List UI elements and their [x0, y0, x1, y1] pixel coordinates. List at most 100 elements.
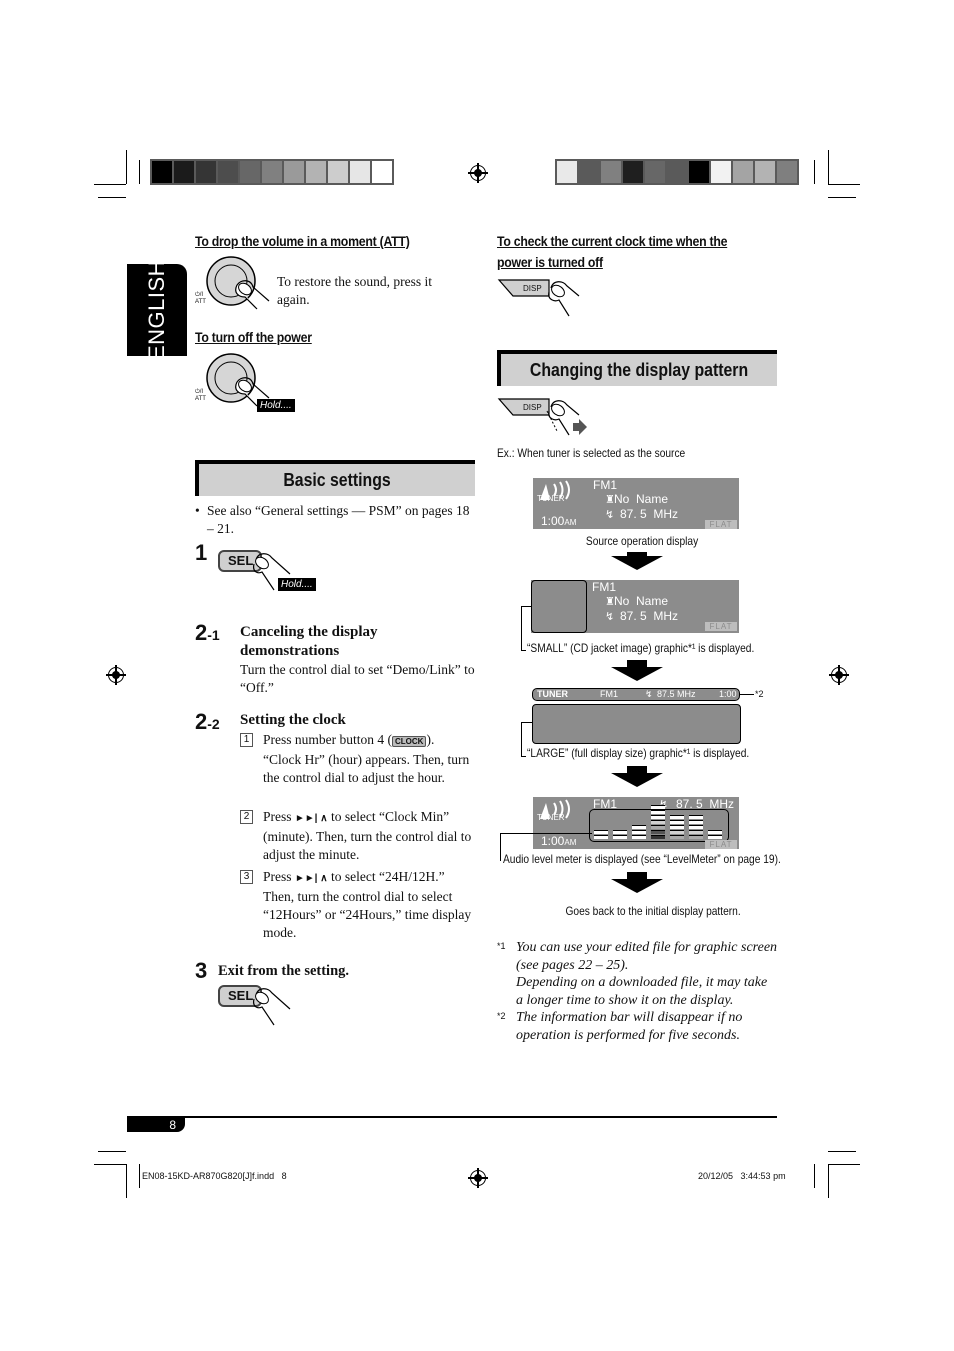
crop-mark [98, 1151, 126, 1152]
color-swatch [284, 161, 304, 183]
step-2-1-text: Turn the control dial to set “Demo/Link”… [240, 662, 475, 695]
example-caption: Ex.: When tuner is selected as the sourc… [497, 446, 686, 460]
next-up-key-icon: ►►| ∧ [294, 813, 328, 824]
file-name: EN08-15KD-AR870G820[J]f.indd 8 [142, 1171, 287, 1181]
substep-number: 3 [240, 870, 253, 884]
color-swatch [667, 161, 687, 183]
color-swatch [711, 161, 731, 183]
footnote-mark: *2 [497, 1011, 506, 1021]
crop-mark [126, 1164, 127, 1198]
crop-mark [814, 160, 815, 184]
page-number-tab: 8 [127, 1118, 185, 1132]
color-swatch [350, 161, 370, 183]
registration-mark-icon [468, 163, 488, 183]
color-swatch [262, 161, 282, 183]
clock-substep-1: 1 Press number button 4 (CLOCK). “Clock … [240, 731, 472, 787]
step-2-2-number: 2-2 [195, 709, 220, 734]
clock-check-heading-line1: To check the current clock time when the [497, 233, 728, 249]
frequency: 87. 5 MHz [620, 609, 679, 623]
color-swatch [777, 161, 797, 183]
level-meter-bar [632, 824, 646, 839]
bullet-icon: • [195, 503, 200, 518]
band-label: FM1 [593, 478, 617, 492]
step-2-1-title: Canceling the display demonstrations [240, 624, 378, 659]
print-timestamp: 20/12/05 3:44:53 pm [698, 1171, 786, 1181]
power-button-label: ⏻/I ATT [195, 389, 206, 402]
lcd-level-meter: TUNER FM1 ↯ 87. 5 MHz 1:00AM FLAT [533, 797, 739, 849]
color-swatch [196, 161, 216, 183]
level-meter-bar [708, 829, 722, 839]
source-label: TUNER [537, 813, 565, 822]
registration-mark-icon [829, 665, 849, 685]
large-graphic-area [532, 704, 741, 744]
down-arrow-icon [611, 556, 663, 570]
crop-mark [126, 150, 127, 184]
down-arrow-icon [611, 667, 663, 681]
callout-line [521, 650, 526, 651]
footnote-2: *2 The information bar will disappear if… [497, 1010, 743, 1043]
source-label: TUNER [537, 494, 565, 503]
color-swatch [218, 161, 238, 183]
crop-mark [98, 197, 126, 198]
crop-mark [94, 1164, 126, 1165]
crop-mark [828, 1164, 829, 1198]
step-1-number: 1 [195, 540, 208, 565]
small-graphic-caption: “SMALL” (CD jacket image) graphic*¹ is d… [527, 641, 755, 655]
color-swatch [689, 161, 709, 183]
signal-icon: ↯ [645, 689, 653, 699]
level-meter-bar [689, 814, 703, 839]
color-swatch [733, 161, 753, 183]
step-3-title: Exit from the setting. [218, 963, 350, 979]
footer-rule [127, 1116, 777, 1118]
substep-number: 2 [240, 810, 253, 824]
color-swatch [645, 161, 665, 183]
footnote-1: *1 You can use your edited file for grap… [497, 940, 778, 1008]
station-name: No Name [614, 594, 669, 608]
clock-substep-3: 3 Press ►►| ∧ to select “24H/12H.” Then,… [240, 868, 472, 942]
level-meter-caption: Audio level meter is displayed (see “Lev… [503, 852, 781, 866]
hold-label: Hold.... [278, 578, 316, 591]
signal-icon: ↯ [605, 611, 615, 623]
station-name: No Name [614, 492, 669, 506]
disp-button-illustration: DISP [497, 278, 587, 318]
hold-label: Hold.... [257, 399, 295, 412]
color-swatch [601, 161, 621, 183]
step-2-2-title: Setting the clock [240, 712, 346, 728]
language-label: ENGLISH [144, 259, 169, 361]
att-heading: To drop the volume in a moment (ATT) [195, 233, 410, 249]
source-display-caption: Source operation display [585, 534, 699, 548]
registration-mark-icon [468, 1168, 488, 1188]
substep-number: 1 [240, 733, 253, 747]
info-bar-footnote-ref: *2 [755, 689, 764, 699]
color-swatch [623, 161, 643, 183]
eq-badge: FLAT [705, 840, 737, 849]
lcd-small-graphic: FM1 ♜ No Name ↯ 87. 5 MHz FLAT [531, 580, 739, 633]
callout-line [740, 694, 754, 695]
disp-button-illustration: DISP [497, 397, 587, 437]
callout-line [521, 756, 526, 757]
crop-mark [814, 1164, 815, 1188]
large-graphic-caption: “LARGE” (full display size) graphic*¹ is… [527, 746, 750, 760]
info-bar: TUNER FM1 ↯ 87.5 MHz 1:00 [532, 688, 740, 701]
color-swatch [152, 161, 172, 183]
color-swatch [240, 161, 260, 183]
eq-badge: FLAT [705, 520, 737, 529]
clock-key-icon: CLOCK [392, 736, 427, 747]
att-restore-text: To restore the sound, press it again. [277, 274, 433, 307]
info-bar-time: 1:00 [719, 689, 737, 699]
display-pattern-heading: Changing the display pattern [497, 350, 777, 386]
color-swatch [557, 161, 577, 183]
arrow-stem [627, 552, 647, 558]
crop-mark [94, 184, 126, 185]
level-meter-bar [613, 829, 627, 839]
power-off-heading: To turn off the power [195, 329, 312, 345]
callout-line [500, 833, 592, 834]
color-swatch [579, 161, 599, 183]
frequency: 87. 5 MHz [620, 507, 679, 521]
band-label: FM1 [592, 580, 616, 594]
crop-mark [139, 160, 140, 184]
info-bar-band: FM1 [600, 689, 618, 699]
crop-mark [139, 1164, 140, 1188]
clock-substep-2: 2 Press ►►| ∧ to select “Clock Min” (min… [240, 808, 472, 864]
crop-mark [828, 1151, 856, 1152]
